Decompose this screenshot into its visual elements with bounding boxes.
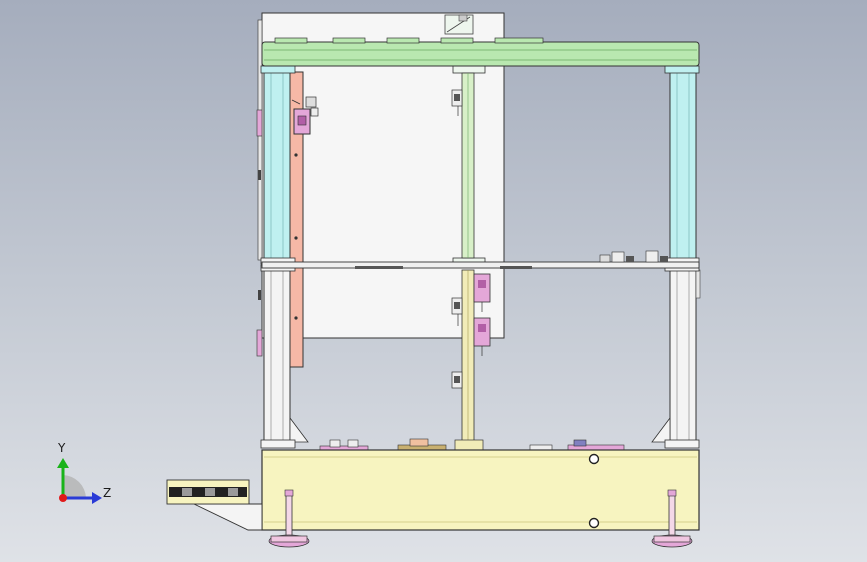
cad-viewport[interactable]: Y Z bbox=[0, 0, 867, 562]
x-axis-origin bbox=[59, 494, 67, 502]
y-axis-label: Y bbox=[58, 441, 66, 455]
base-top-fixtures bbox=[319, 438, 625, 452]
bar-fixtures bbox=[599, 250, 668, 263]
side-shelf bbox=[166, 479, 263, 531]
machine-frame-drawing bbox=[57, 12, 701, 548]
machine-base bbox=[261, 449, 700, 531]
z-axis-label: Z bbox=[103, 486, 112, 500]
axis-triad[interactable] bbox=[57, 458, 102, 504]
left-upper-column bbox=[263, 71, 291, 263]
right-upper-column bbox=[669, 71, 697, 263]
center-rod bbox=[461, 72, 475, 443]
middle-bar bbox=[261, 261, 700, 269]
right-lower-column bbox=[651, 269, 701, 443]
top-beam bbox=[261, 37, 700, 67]
